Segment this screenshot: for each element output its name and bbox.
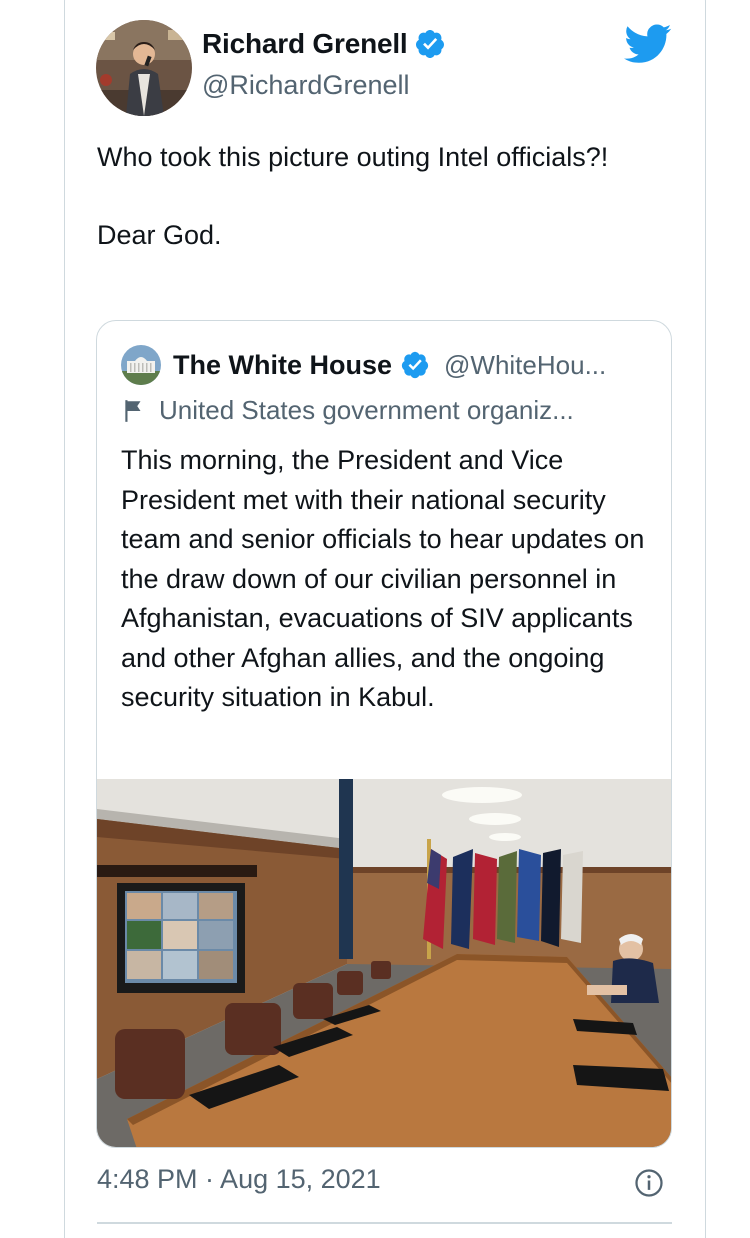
tweet-timestamp[interactable]: 4:48 PM · Aug 15, 2021 [97,1164,381,1195]
tweet-text: Who took this picture outing Intel offic… [97,142,609,250]
twitter-bird-icon [624,24,672,63]
quoted-author-name[interactable]: The White House [173,350,392,381]
info-icon[interactable] [634,1168,664,1198]
verified-badge-icon [415,30,444,58]
verified-badge-icon [401,351,429,379]
flag-icon [125,399,141,422]
author-name-row: Richard Grenell [202,28,446,60]
divider [97,1222,672,1224]
quoted-tweet-header: The White House @WhiteHou... [121,345,606,385]
quoted-author-handle[interactable]: @WhiteHou... [444,350,606,381]
quoted-tweet[interactable]: The White House @WhiteHou... United Stat… [96,320,672,1148]
quoted-tweet-text: This morning, the President and Vice Pre… [121,445,645,712]
government-label[interactable]: United States government organiz... [121,395,574,426]
author-avatar[interactable] [96,20,192,116]
situation-room-photo[interactable] [97,779,672,1148]
government-label-text: United States government organiz... [159,395,574,425]
author-handle[interactable]: @RichardGrenell [202,70,409,101]
author-name[interactable]: Richard Grenell [202,28,408,60]
white-house-avatar [121,345,161,385]
